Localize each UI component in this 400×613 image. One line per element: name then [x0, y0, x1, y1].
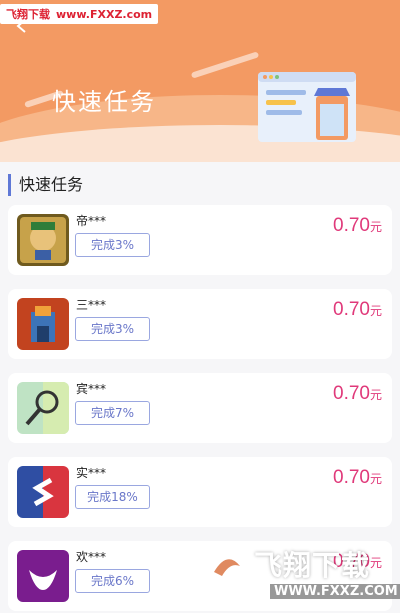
task-name: 宾***	[76, 382, 107, 396]
watermark-site: 飞翔下载	[6, 8, 50, 21]
task-card[interactable]: 帝*** 完成3% 0.70元	[8, 205, 392, 275]
reward-amount: 0.70	[333, 383, 370, 404]
task-name: 三***	[76, 298, 107, 312]
hero-streak	[190, 51, 260, 79]
reward-amount: 0.70	[333, 215, 370, 236]
reward: 0.70元	[333, 299, 382, 321]
watermark-top: 飞翔下载 www.FXXZ.com	[0, 4, 159, 24]
warrior-game-icon	[17, 214, 69, 266]
section-title: 快速任务	[8, 174, 83, 196]
progress-badge: 完成18%	[75, 485, 150, 509]
reward-unit: 元	[369, 388, 382, 402]
hero-banner: 快速任务	[0, 0, 400, 162]
watermark-url: www.FXXZ.com	[56, 8, 153, 21]
task-name: 帝***	[76, 214, 107, 228]
reward-unit: 元	[369, 304, 382, 318]
task-name: 欢***	[76, 550, 107, 564]
reward: 0.70元	[333, 383, 382, 405]
reward: 0.70元	[333, 215, 382, 237]
reward-unit: 元	[369, 472, 382, 486]
watermark-bottom: 飞翔下载 WWW.FXXZ.COM	[198, 538, 400, 612]
progress-badge: 完成7%	[75, 401, 150, 425]
progress-badge: 完成3%	[75, 233, 150, 257]
magnifier-app-icon	[17, 382, 69, 434]
progress-badge: 完成6%	[75, 569, 150, 593]
task-card[interactable]: 宾*** 完成7% 0.70元	[8, 373, 392, 443]
purple-app-icon	[17, 550, 69, 602]
task-card[interactable]: 三*** 完成3% 0.70元	[8, 289, 392, 359]
watermark-url: WWW.FXXZ.COM	[270, 584, 400, 599]
castle-game-icon	[17, 298, 69, 350]
shop-illustration-icon	[258, 72, 356, 142]
watermark-logo-icon	[203, 545, 251, 593]
s-logo-app-icon	[17, 466, 69, 518]
progress-badge: 完成3%	[75, 317, 150, 341]
task-card[interactable]: 实*** 完成18% 0.70元	[8, 457, 392, 527]
task-name: 实***	[76, 466, 107, 480]
reward-unit: 元	[369, 220, 382, 234]
reward-amount: 0.70	[333, 299, 370, 320]
reward-amount: 0.70	[333, 467, 370, 488]
watermark-site: 飞翔下载	[254, 549, 371, 582]
hero-title: 快速任务	[52, 88, 156, 116]
reward: 0.70元	[333, 467, 382, 489]
